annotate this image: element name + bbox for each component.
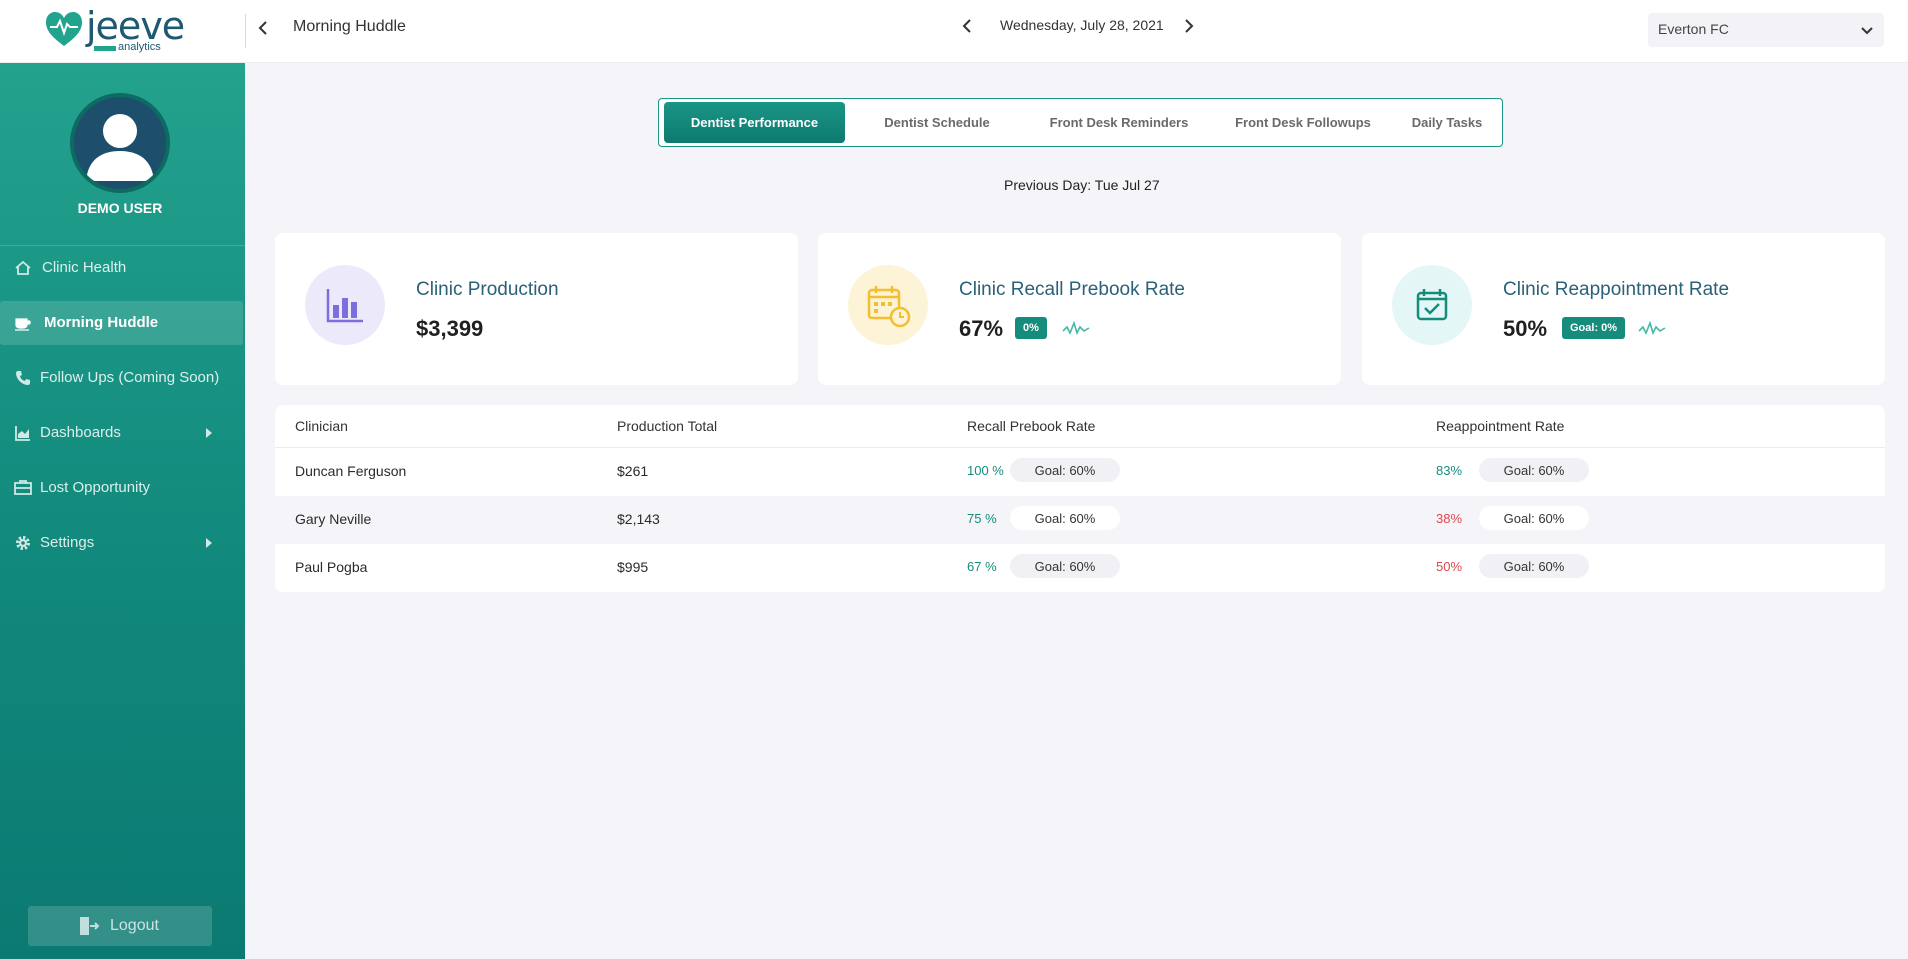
sign-out-icon (80, 917, 100, 935)
sidebar-item-label: Dashboards (40, 424, 121, 441)
avatar (70, 93, 170, 193)
caret-right-icon (206, 428, 212, 438)
column-header-recall-prebook-rate[interactable]: Recall Prebook Rate (967, 418, 1095, 434)
kpi-icon-circle (848, 265, 928, 345)
reappointment-goal-pill: Goal: 60% (1479, 554, 1589, 578)
sidebar-item-dashboards[interactable]: Dashboards (0, 411, 243, 455)
clinic-select-value: Everton FC (1658, 21, 1729, 37)
jeeve-logo[interactable]: jeeve analytics (44, 4, 185, 53)
table-row[interactable]: Gary Neville $2,143 75 % Goal: 60% 38% G… (275, 496, 1885, 544)
sidebar-item-follow-ups[interactable]: Follow Ups (Coming Soon) (0, 356, 243, 400)
kpi-badge: 0% (1015, 317, 1047, 339)
column-header-production-total[interactable]: Production Total (617, 418, 717, 434)
sidebar-item-label: Settings (40, 534, 95, 551)
back-chevron-icon[interactable] (256, 18, 270, 38)
sidebar-item-morning-huddle[interactable]: Morning Huddle (0, 301, 243, 345)
calendar-clock-icon (867, 286, 911, 328)
kpi-card-recall-prebook-rate: Clinic Recall Prebook Rate 67% 0% (818, 233, 1341, 385)
cell-reappointment-rate: 83% (1436, 463, 1463, 478)
recall-goal-pill: Goal: 60% (1010, 554, 1120, 578)
reappointment-goal-pill: Goal: 60% (1479, 458, 1589, 482)
kpi-title: Clinic Reappointment Rate (1503, 279, 1730, 300)
caret-right-icon (206, 538, 212, 548)
tab-label: Dentist Performance (690, 115, 819, 130)
tab-label: Front Desk Followups (1235, 115, 1371, 130)
tab-dentist-performance[interactable]: Dentist Performance (664, 102, 845, 143)
tab-bar: Dentist Performance Dentist Schedule Fro… (658, 98, 1503, 147)
clinician-table: Clinician Production Total Recall Preboo… (275, 405, 1885, 592)
sidebar-item-settings[interactable]: Settings (0, 521, 243, 565)
kpi-title: Clinic Recall Prebook Rate (959, 279, 1185, 300)
cell-production: $2,143 (617, 511, 660, 527)
brand-sub: analytics (118, 41, 161, 53)
kpi-goal-badge: Goal: 0% (1562, 317, 1626, 339)
cell-reappointment-rate: 38% (1436, 511, 1463, 526)
brand-underline (94, 46, 116, 51)
coffee-cup-icon (15, 318, 31, 331)
kpi-value: 50% (1503, 316, 1548, 341)
cell-production: $261 (617, 463, 649, 479)
clinic-select[interactable]: Everton FC (1648, 13, 1884, 47)
sidebar-item-label: Clinic Health (42, 259, 127, 276)
recall-goal-pill: Goal: 60% (1010, 506, 1120, 530)
page-title: Morning Huddle (293, 18, 406, 35)
sidebar-item-label: Lost Opportunity (40, 479, 151, 496)
tab-dentist-schedule[interactable]: Dentist Schedule (849, 102, 1025, 143)
kpi-title: Clinic Production (416, 279, 559, 300)
cell-recall-rate: 67 % (967, 559, 997, 574)
bar-chart-icon (326, 289, 363, 323)
previous-day-label: Previous Day: Tue Jul 27 (1004, 177, 1160, 193)
cell-production: $995 (617, 559, 649, 575)
column-header-reappointment-rate[interactable]: Reappointment Rate (1436, 418, 1564, 434)
phone-icon (16, 371, 30, 385)
kpi-card-reappointment-rate: Clinic Reappointment Rate 50% Goal: 0% (1362, 233, 1885, 385)
tab-label: Front Desk Reminders (1049, 115, 1189, 130)
kpi-card-clinic-production: Clinic Production $3,399 (275, 233, 798, 385)
calendar-check-icon (1416, 289, 1448, 321)
cell-clinician: Gary Neville (295, 511, 372, 527)
kpi-icon-circle (1392, 265, 1472, 345)
tab-label: Dentist Schedule (884, 115, 990, 130)
logout-label: Logout (110, 917, 159, 934)
cell-reappointment-rate: 50% (1436, 559, 1463, 574)
tab-daily-tasks[interactable]: Daily Tasks (1395, 102, 1499, 143)
cell-clinician: Paul Pogba (295, 559, 368, 575)
sparkline-icon (1638, 320, 1666, 336)
header-divider (245, 14, 246, 48)
user-name: DEMO USER (77, 200, 163, 216)
chart-area-icon (15, 426, 30, 441)
gear-icon (16, 536, 30, 550)
kpi-value: 67% (959, 316, 1004, 341)
home-icon (15, 260, 31, 275)
sparkline-icon (1062, 320, 1090, 336)
user-avatar-icon (86, 114, 154, 181)
tab-label: Daily Tasks (1411, 115, 1483, 130)
kpi-value: $3,399 (416, 316, 484, 341)
sidebar-item-label: Follow Ups (Coming Soon) (40, 369, 220, 386)
previous-date-icon[interactable] (958, 15, 976, 37)
recall-goal-pill: Goal: 60% (1010, 458, 1120, 482)
tab-front-desk-reminders[interactable]: Front Desk Reminders (1029, 102, 1209, 143)
heart-logo-icon (46, 12, 82, 46)
column-header-clinician[interactable]: Clinician (295, 418, 348, 434)
top-bar: jeeve analytics Morning Huddle Wednesday… (0, 0, 1908, 63)
briefcase-icon (14, 480, 32, 495)
cell-recall-rate: 100 % (967, 463, 1004, 478)
chevron-down-icon (1861, 27, 1873, 35)
sidebar-item-clinic-health[interactable]: Clinic Health (0, 246, 243, 290)
next-date-icon[interactable] (1180, 15, 1198, 37)
cell-recall-rate: 75 % (967, 511, 997, 526)
tab-front-desk-followups[interactable]: Front Desk Followups (1213, 102, 1393, 143)
sidebar-item-label: Morning Huddle (44, 314, 159, 331)
table-row[interactable]: Duncan Ferguson $261 100 % Goal: 60% 83%… (275, 448, 1885, 496)
table-row[interactable]: Paul Pogba $995 67 % Goal: 60% 50% Goal:… (275, 544, 1885, 592)
sidebar: DEMO USER Clinic Health Morning Huddle F… (0, 63, 245, 959)
cell-clinician: Duncan Ferguson (295, 463, 407, 479)
current-date: Wednesday, July 28, 2021 (1000, 17, 1164, 33)
kpi-icon-circle (305, 265, 385, 345)
sidebar-item-lost-opportunity[interactable]: Lost Opportunity (0, 466, 243, 510)
logout-button[interactable]: Logout (28, 906, 212, 946)
reappointment-goal-pill: Goal: 60% (1479, 506, 1589, 530)
